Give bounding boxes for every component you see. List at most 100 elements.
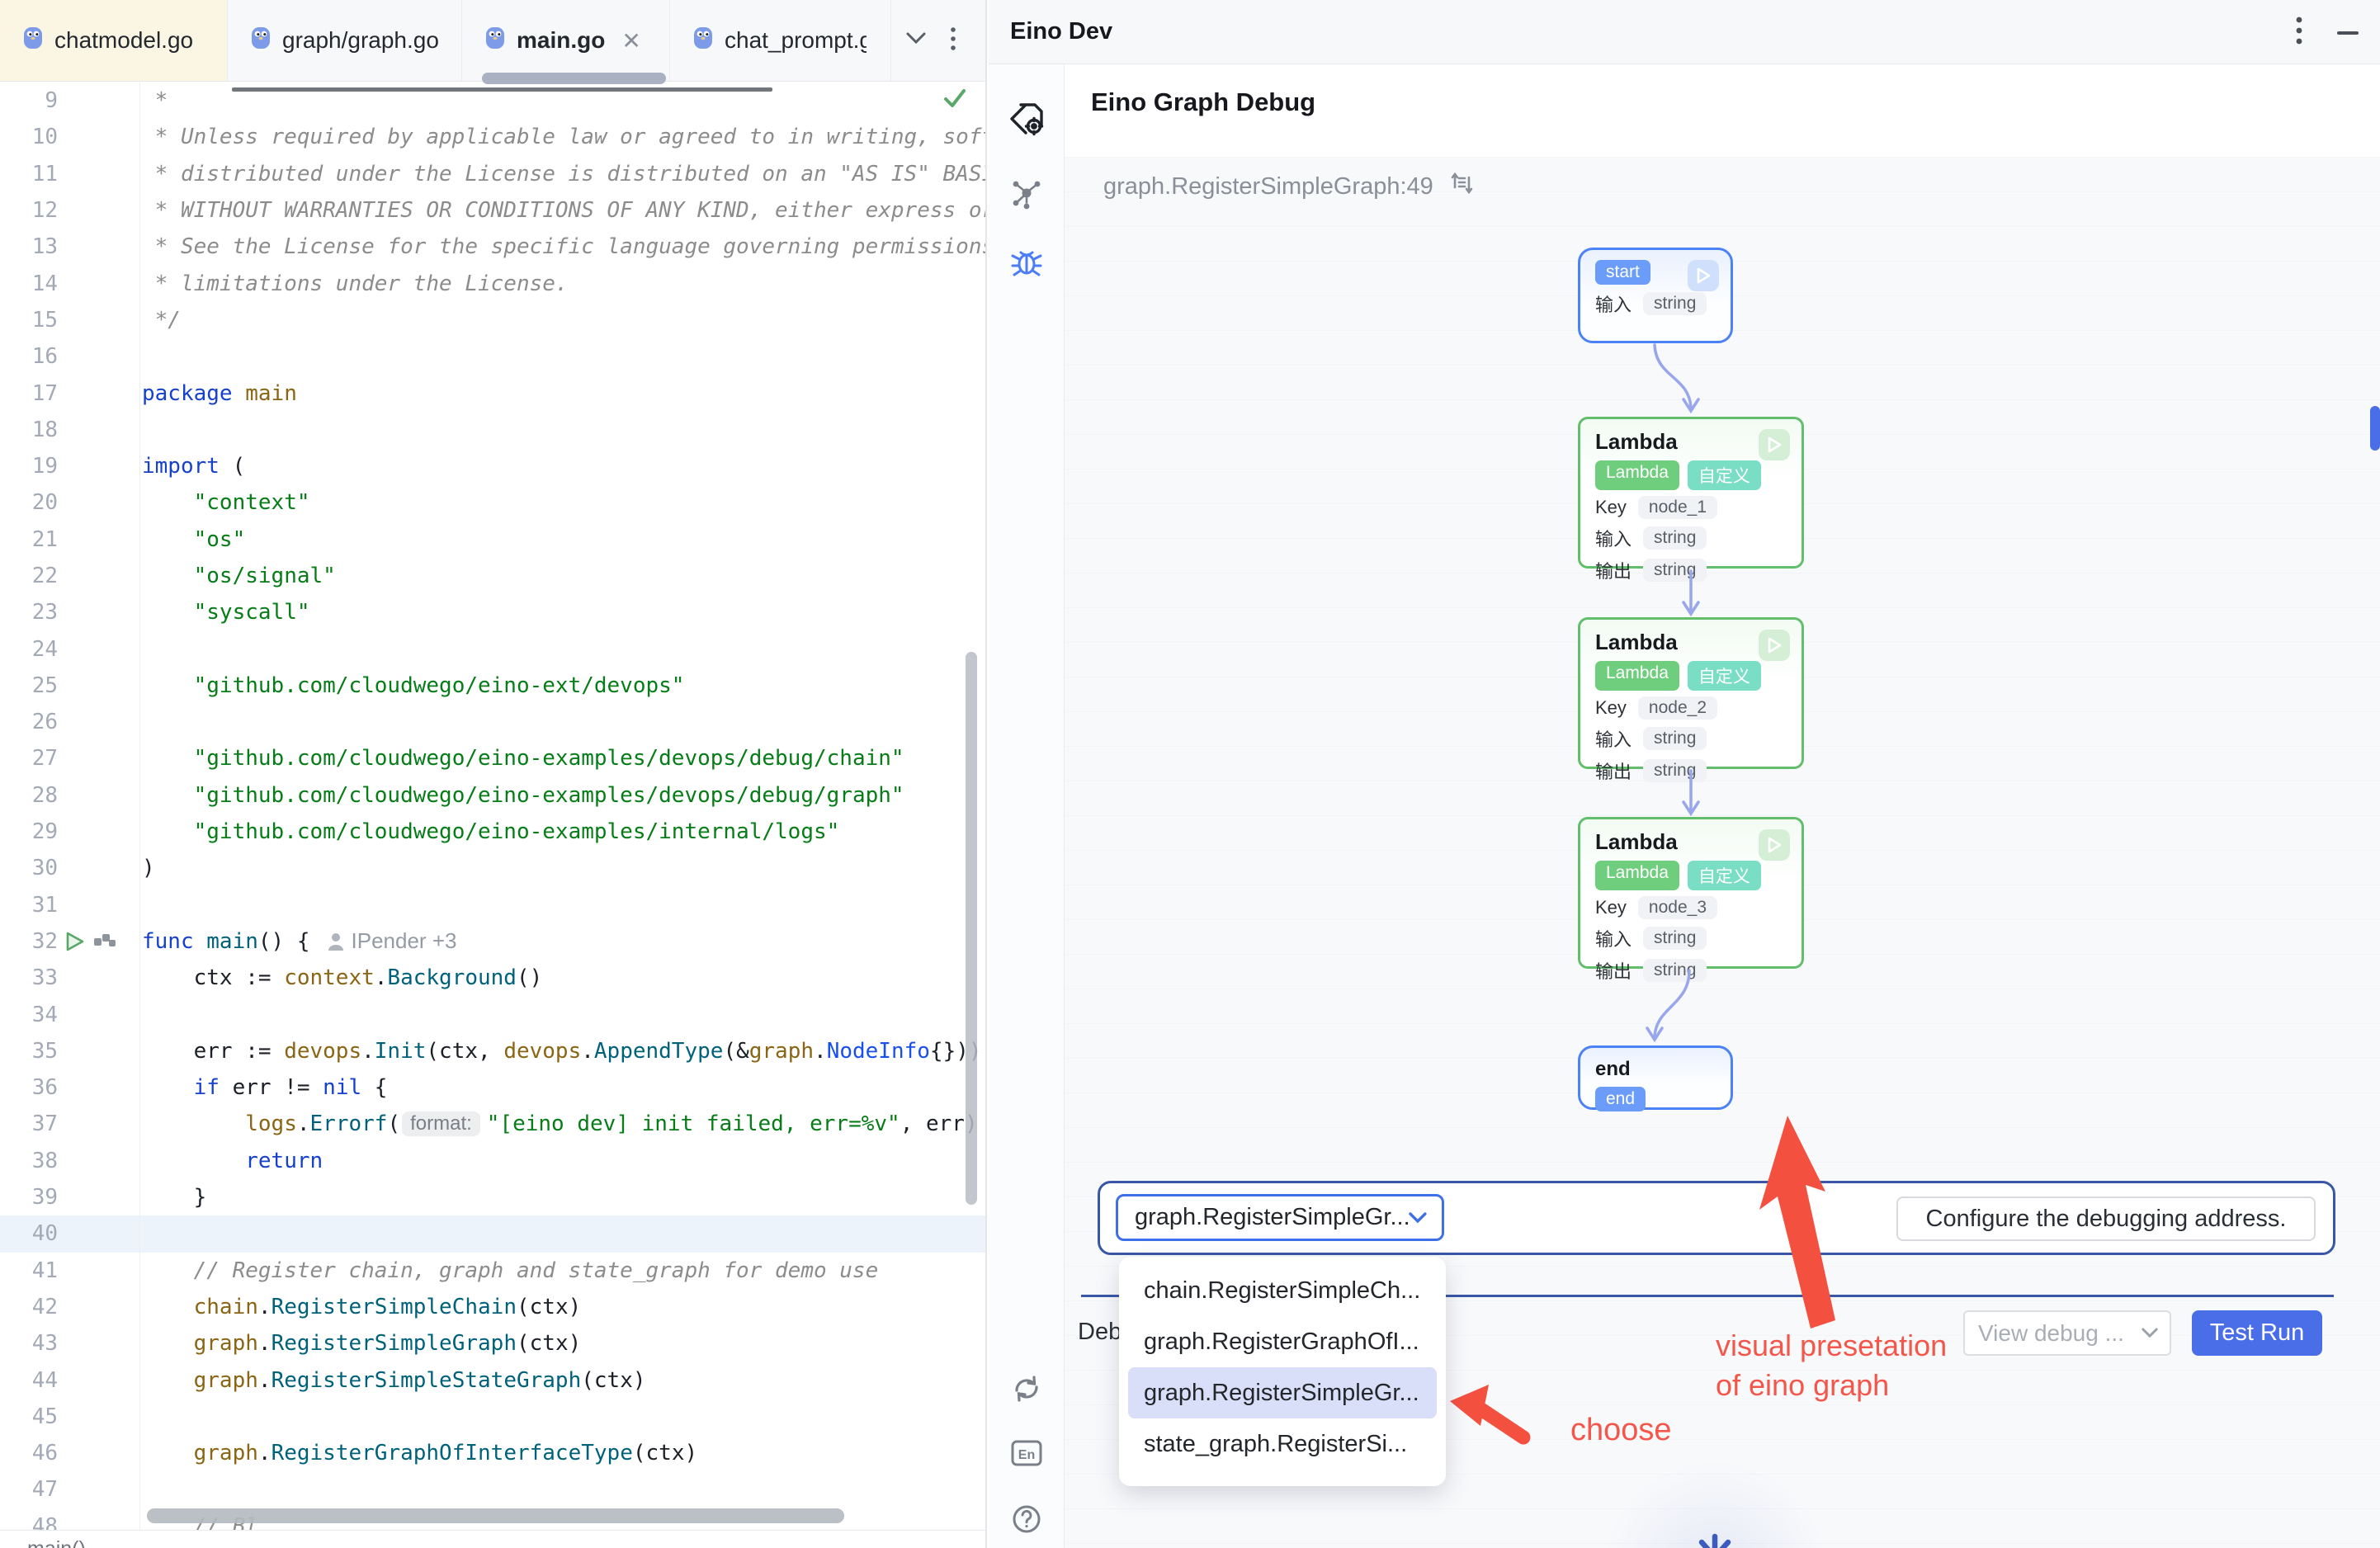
line-number: 32 [0,929,58,954]
code-line-10[interactable]: 10 * Unless required by applicable law o… [0,119,987,155]
tabs-kebab-menu-icon[interactable] [951,26,956,55]
graph-nodes-icon[interactable] [1008,174,1046,212]
panel-header: Eino Dev [989,0,2380,64]
graph-node-node_1[interactable]: LambdaLambda自定义Keynode_1输入string输出string [1578,417,1804,569]
code-line-17[interactable]: 17package main [0,375,987,411]
code-line-20[interactable]: 20 "context" [0,484,987,521]
graph-node-start[interactable]: start输入string [1578,248,1733,343]
code-line-19[interactable]: 19import ( [0,448,987,484]
close-icon[interactable]: ✕ [621,27,640,54]
annotation-visual-presentation-line1: visual presetation [1716,1329,1947,1363]
graph-node-end[interactable]: endend [1578,1045,1733,1110]
code-line-41[interactable]: 41 // Register chain, graph and state_gr… [0,1253,987,1289]
dropdown-option[interactable]: state_graph.RegisterSi... [1119,1418,1446,1470]
code-line-36[interactable]: 36 if err != nil { [0,1069,987,1106]
run-main-icon[interactable] [63,930,86,953]
dropdown-option[interactable]: graph.RegisterGraphOfI... [1119,1316,1446,1367]
code-line-39[interactable]: 39 } [0,1179,987,1215]
code-line-29[interactable]: 29 "github.com/cloudwego/eino-examples/i… [0,814,987,850]
code-line-32[interactable]: 32func main() {IPender +3 [0,923,987,960]
code-line-31[interactable]: 31 [0,887,987,923]
node-run-button[interactable] [1759,429,1790,460]
code-line-11[interactable]: 11 * distributed under the License is di… [0,156,987,192]
code-line-23[interactable]: 23 "syscall" [0,594,987,630]
code-line-45[interactable]: 45 [0,1399,987,1435]
graph-node-node_2[interactable]: LambdaLambda自定义Keynode_2输入string输出string [1578,617,1804,769]
eino-logo-icon[interactable] [1008,101,1046,139]
graph-select[interactable]: graph.RegisterSimpleGr... [1116,1194,1444,1241]
code-line-33[interactable]: 33 ctx := context.Background() [0,960,987,996]
breadcrumb[interactable]: main() [0,1530,987,1548]
dropdown-option-selected[interactable]: graph.RegisterSimpleGr... [1128,1367,1437,1418]
node-type-chip: Lambda [1595,460,1679,490]
refresh-icon[interactable] [1008,1370,1046,1408]
code-editor[interactable]: 9 *10 * Unless required by applicable la… [0,83,987,1530]
tab-strip-scrollbar-thumb[interactable] [482,73,666,84]
kebab-menu-icon[interactable] [2296,16,2302,50]
code-line-13[interactable]: 13 * See the License for the specific la… [0,229,987,265]
debug-bug-icon[interactable] [1008,243,1046,281]
editor-vertical-scrollbar[interactable] [966,652,977,1205]
code-line-26[interactable]: 26 [0,704,987,740]
code-line-28[interactable]: 28 "github.com/cloudwego/eino-examples/d… [0,777,987,814]
code-line-18[interactable]: 18 [0,412,987,448]
tab-chatmodel-go[interactable]: chatmodel.go [0,0,228,81]
code-text: * Unless required by applicable law or a… [142,125,987,149]
minimize-icon[interactable] [2337,25,2359,40]
code-line-25[interactable]: 25 "github.com/cloudwego/eino-ext/devops… [0,668,987,704]
code-line-37[interactable]: 37 logs.Errorf(format:"[eino dev] init f… [0,1106,987,1142]
code-line-14[interactable]: 14 * limitations under the License. [0,265,987,301]
line-number: 35 [0,1039,58,1064]
graph-node-node_3[interactable]: LambdaLambda自定义Keynode_3输入string输出string [1578,817,1804,969]
code-line-21[interactable]: 21 "os" [0,522,987,558]
code-line-44[interactable]: 44 graph.RegisterSimpleStateGraph(ctx) [0,1362,987,1398]
code-line-30[interactable]: 30) [0,850,987,886]
test-run-button[interactable]: Test Run [2192,1310,2322,1356]
tab-label: graph/graph.go [282,27,438,54]
code-line-42[interactable]: 42 chain.RegisterSimpleChain(ctx) [0,1289,987,1325]
panel-title: Eino Dev [1010,18,1112,45]
code-line-40[interactable]: 40 [0,1215,987,1252]
node-run-button[interactable] [1688,260,1719,291]
dropdown-option[interactable]: chain.RegisterSimpleCh... [1119,1265,1446,1316]
sort-lines-icon[interactable] [1447,169,1475,204]
line-number: 48 [0,1514,58,1530]
code-text: "context" [142,490,310,515]
configure-debug-address-button[interactable]: Configure the debugging address. [1896,1196,2316,1241]
node-field-value: string [1643,759,1707,782]
code-line-35[interactable]: 35 err := devops.Init(ctx, devops.Append… [0,1033,987,1069]
tabs-chevron-down-icon[interactable] [906,32,926,49]
editor-horizontal-scrollbar[interactable] [147,1508,844,1523]
panel-icon-strip: En [989,64,1065,1548]
code-line-46[interactable]: 46 graph.RegisterGraphOfInterfaceType(ct… [0,1435,987,1471]
help-icon[interactable] [1008,1500,1046,1538]
tab-main-go[interactable]: main.go✕ [462,0,670,81]
node-field-label: 输出 [1595,757,1632,784]
debug-target-location[interactable]: graph.RegisterSimpleGraph:49 [1103,173,1433,201]
code-text: graph.RegisterSimpleGraph(ctx) [142,1331,581,1356]
code-line-24[interactable]: 24 [0,630,987,667]
language-en-icon[interactable]: En [1008,1434,1046,1472]
node-run-button[interactable] [1759,829,1790,861]
panel-heading: Eino Graph Debug [1091,87,1315,117]
code-line-22[interactable]: 22 "os/signal" [0,558,987,594]
code-line-38[interactable]: 38 return [0,1143,987,1179]
code-vision-hint[interactable]: IPender +3 [327,928,457,954]
view-debug-select[interactable]: View debug ... [1963,1310,2171,1356]
code-line-16[interactable]: 16 [0,338,987,375]
code-line-43[interactable]: 43 graph.RegisterSimpleGraph(ctx) [0,1325,987,1362]
tab-graph-graph-go[interactable]: graph/graph.go [228,0,462,81]
code-text: // Register chain, graph and state_graph… [142,1258,878,1283]
node-run-button[interactable] [1759,630,1790,661]
node-type-chip: start [1595,260,1650,285]
code-line-27[interactable]: 27 "github.com/cloudwego/eino-examples/d… [0,740,987,776]
code-line-47[interactable]: 47 [0,1471,987,1508]
profiler-icon[interactable] [92,932,117,951]
code-line-12[interactable]: 12 * WITHOUT WARRANTIES OR CONDITIONS OF… [0,192,987,229]
inspections-ok-check-icon[interactable] [941,84,969,116]
tab-chat-prompt-go[interactable]: chat_prompt.go [670,0,891,81]
code-line-15[interactable]: 15 */ [0,302,987,338]
code-line-34[interactable]: 34 [0,996,987,1032]
panel-scrollbar-thumb[interactable] [2370,406,2380,451]
node-field-label: 输入 [1595,525,1632,551]
